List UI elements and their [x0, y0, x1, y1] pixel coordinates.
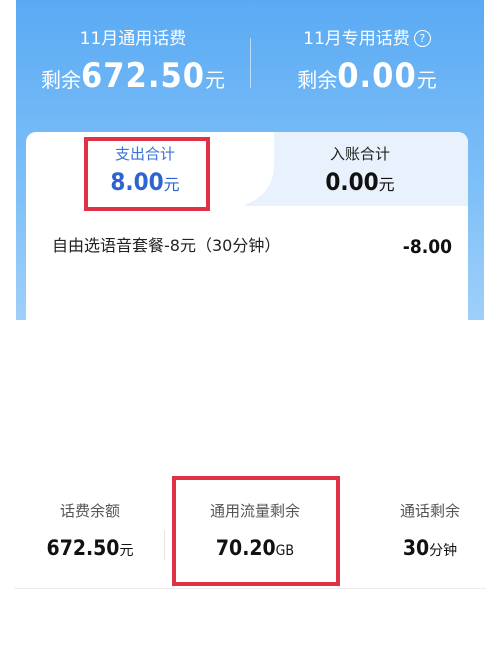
record-name: 自由选语音套餐-8元（30分钟） [52, 236, 281, 255]
fee-balance-label: 话费余额 [59, 502, 120, 520]
stats-divider [164, 530, 165, 560]
voice-remaining-amount: 30分钟 [370, 536, 490, 560]
general-fee-prefix: 剩余 [40, 68, 81, 92]
stat-fee-balance[interactable]: 话费余额 672.50元 [20, 500, 160, 560]
special-fee-panel: 11月专用话费? 剩余0.00元 [250, 28, 484, 102]
bottom-divider [14, 588, 486, 589]
special-fee-prefix: 剩余 [297, 68, 338, 92]
special-fee-label: 11月专用话费 [303, 29, 410, 49]
list-item[interactable]: 自由选语音套餐-8元（30分钟） -8.00 [52, 232, 452, 258]
stat-voice-remaining[interactable]: 通话剩余 30分钟 [370, 500, 490, 560]
special-fee-value: 0.00 [337, 56, 417, 96]
voice-remaining-label: 通话剩余 [399, 502, 460, 520]
highlight-box-expense [84, 137, 210, 211]
fee-balance-amount: 672.50元 [20, 536, 160, 560]
general-fee-panel: 11月通用话费 剩余672.50元 [16, 28, 250, 102]
help-icon[interactable]: ? [413, 30, 431, 47]
record-amount: -8.00 [402, 236, 452, 258]
voice-remaining-value: 30 [402, 536, 430, 560]
special-fee-amount: 剩余0.00元 [250, 56, 484, 102]
voice-remaining-unit: 分钟 [429, 543, 458, 559]
income-total-amount: 0.00元 [280, 168, 440, 196]
general-fee-value: 672.50 [80, 56, 206, 96]
special-fee-label-row: 11月专用话费? [250, 28, 484, 50]
income-total-unit: 元 [378, 175, 395, 194]
income-total-label: 入账合计 [329, 145, 390, 163]
special-fee-unit: 元 [416, 68, 437, 92]
highlight-box-data [172, 476, 340, 586]
general-fee-unit: 元 [205, 68, 226, 92]
general-fee-amount: 剩余672.50元 [16, 56, 250, 102]
fee-balance-unit: 元 [119, 543, 134, 559]
tab-income-total[interactable]: 入账合计 0.00元 [280, 144, 440, 196]
fee-balance-value: 672.50 [46, 536, 120, 560]
income-total-value: 0.00 [325, 168, 379, 196]
general-fee-label: 11月通用话费 [79, 29, 187, 49]
